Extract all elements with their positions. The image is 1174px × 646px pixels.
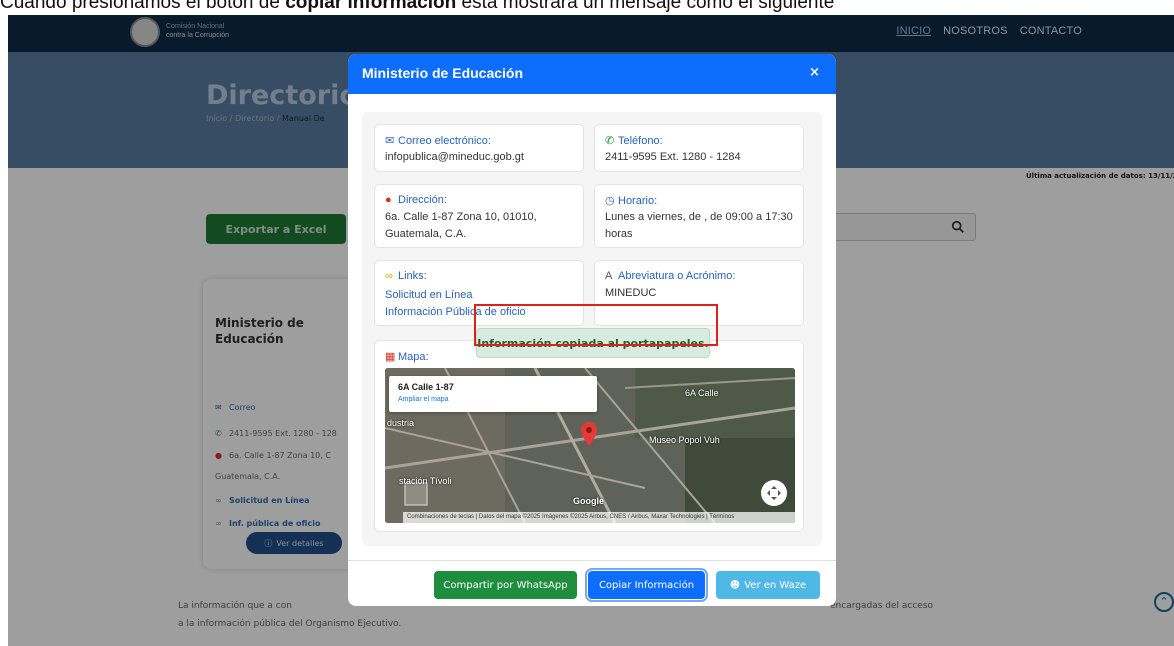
annotation-highlight-box (474, 304, 718, 346)
document-caption: Cuando presionamos el botón de copiar in… (0, 0, 1174, 15)
view-waze-button[interactable]: ☻ Ver en Waze (716, 571, 820, 599)
letter-a-icon: A (605, 270, 613, 282)
phone-box: ✆ Teléfono: 2411-9595 Ext. 1280 - 1284 (594, 124, 804, 172)
modal-footer: Compartir por WhatsApp Copiar Informació… (348, 560, 836, 606)
waze-icon: ☻ (729, 579, 741, 591)
map-icon: ▦ (385, 351, 396, 363)
link-solicitud[interactable]: Solicitud en Línea (385, 287, 526, 304)
pan-arrows-icon (767, 486, 781, 500)
email-box: ✉ Correo electrónico: infopublica@mineduc… (374, 124, 584, 172)
envelope-icon: ✉ (385, 135, 395, 147)
caption-text: Cuando presionamos el botón de (0, 0, 286, 13)
address-box: ● Dirección: 6a. Calle 1-87 Zona 10, 0101… (374, 184, 584, 248)
map-pin-icon: ● (385, 194, 392, 206)
acronym-value: MINEDUC (605, 287, 657, 299)
page: Cuando presionamos el botón de copiar in… (0, 0, 1174, 646)
enlarge-map-link[interactable]: Ampliar el mapa (398, 396, 449, 403)
close-icon[interactable]: × (809, 65, 820, 80)
phone-value: 2411-9595 Ext. 1280 - 1284 (605, 151, 741, 163)
embedded-map[interactable]: 6A Calle 1-87 Ampliar el mapa dustria Mu… (385, 368, 795, 523)
map-pin-icon[interactable] (581, 422, 597, 446)
copy-info-button[interactable]: Copiar Información (585, 568, 708, 602)
clock-icon: ◷ (605, 195, 615, 207)
caption-suffix: esta mostrará un mensaje como el siguien… (456, 0, 835, 13)
caption-bold: copiar información (285, 0, 457, 13)
phone-icon: ✆ (605, 135, 615, 147)
link-icon: ∞ (385, 270, 393, 282)
share-whatsapp-button[interactable]: Compartir por WhatsApp (434, 571, 577, 599)
modal-title: Ministerio de Educación (362, 65, 524, 81)
email-value[interactable]: infopublica@mineduc.gob.gt (385, 149, 524, 166)
map-place-card: 6A Calle 1-87 Ampliar el mapa (389, 376, 597, 412)
schedule-box: ◷ Horario: Lunes a viernes, de , de 09:00… (594, 184, 804, 248)
website: Comisión Nacional contra la Corrupción I… (8, 14, 1174, 646)
map-pan-control[interactable] (761, 480, 787, 506)
map-box: ▦ Mapa: 6A Calle 1-87 Ampliar el mapa du… (374, 340, 804, 532)
modal-header: Ministerio de Educación × (348, 54, 836, 94)
map-attribution[interactable]: Combinaciones de teclas | Datos del mapa… (403, 512, 795, 523)
